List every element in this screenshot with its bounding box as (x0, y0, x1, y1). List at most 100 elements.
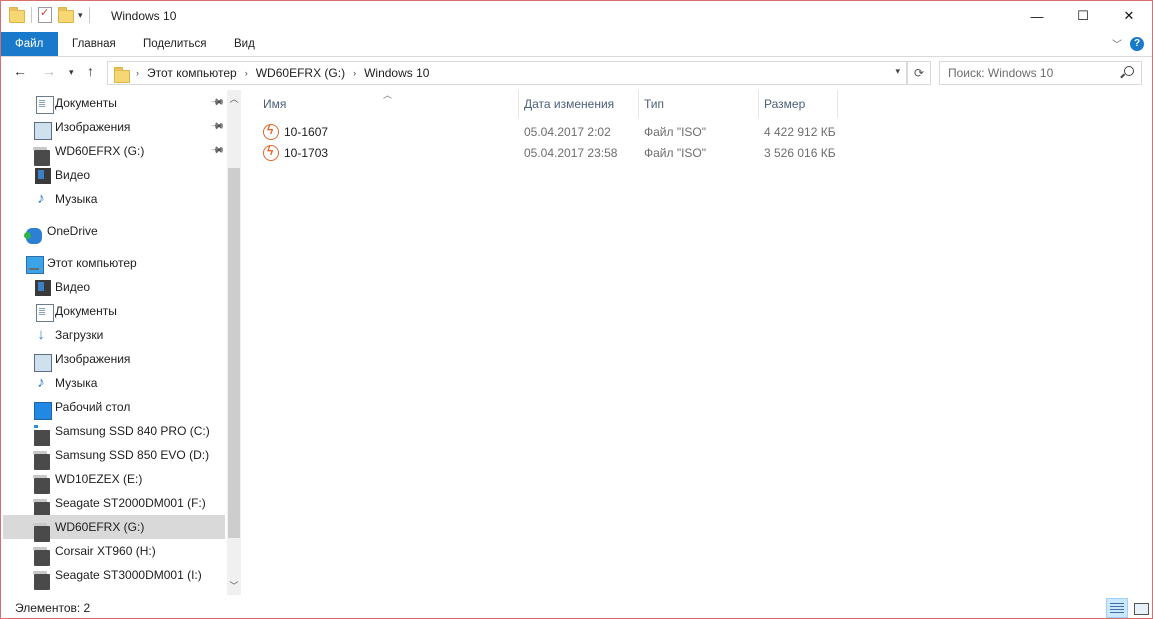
nav-item[interactable]: Corsair XT960 (H:) (3, 539, 225, 566)
nav-item[interactable]: Seagate ST3000DM001 (I:) (3, 563, 225, 590)
tab-file[interactable]: Файл (1, 32, 58, 56)
nav-item[interactable]: ↓ Загрузки (3, 323, 225, 347)
file-name: 10-1703 (284, 146, 329, 160)
pin-icon[interactable]: 📌 (210, 119, 225, 135)
column-divider[interactable] (758, 90, 759, 118)
nav-item[interactable]: ♪ Музыка (3, 187, 225, 211)
folder-icon (9, 7, 25, 23)
quick-access-toolbar: ▾ (9, 6, 90, 23)
toolbar-separator (88, 7, 90, 23)
desktop-icon (34, 402, 52, 420)
column-divider[interactable] (638, 90, 639, 118)
nav-item[interactable]: ♪ Музыка (3, 371, 225, 395)
scrollbar-thumb[interactable] (228, 168, 240, 538)
nav-item-label: Seagate ST3000DM001 (I:) (55, 568, 202, 582)
folder-icon (114, 67, 130, 83)
nav-item-label: Документы (55, 96, 117, 110)
minimize-button[interactable]: — (1014, 1, 1060, 31)
nav-item[interactable]: WD60EFRX (G:) 📌 (3, 139, 225, 166)
explorer-window: ▾ Windows 10 — ☐ ✕ Файл Главная Поделить… (0, 0, 1153, 619)
breadcrumb-item[interactable]: Windows 10 (356, 66, 437, 80)
tab-home[interactable]: Главная (58, 32, 130, 56)
maximize-button[interactable]: ☐ (1060, 1, 1106, 31)
recent-locations-chevron-icon[interactable]: ▾ (69, 67, 74, 78)
nav-item[interactable]: Документы 📌 (3, 91, 225, 115)
nav-item[interactable]: Рабочий стол (3, 395, 225, 420)
nav-item[interactable]: Видео (3, 275, 225, 299)
nav-item[interactable]: Seagate ST2000DM001 (F:) (3, 491, 225, 518)
iso-file-icon (263, 123, 279, 140)
onedrive-icon (24, 228, 42, 244)
nav-item[interactable]: WD10EZEX (E:) (3, 467, 225, 494)
column-header-size[interactable]: Размер (764, 90, 805, 118)
column-header-name[interactable]: Имя (263, 90, 286, 118)
status-bar: Элементов: 2 (1, 597, 1152, 618)
nav-item[interactable]: Изображения (3, 347, 225, 372)
documents-icon (36, 304, 54, 322)
navigation-pane: Документы 📌 Изображения 📌 WD60EFRX (G:) 📌 Виде… (1, 90, 242, 595)
pin-icon[interactable]: 📌 (210, 95, 225, 111)
nav-item-label: Изображения (55, 120, 131, 134)
address-bar[interactable]: › Этот компьютер › WD60EFRX (G:) › Windo… (107, 61, 907, 85)
details-view-button[interactable] (1106, 598, 1128, 618)
nav-item-label: Этот компьютер (47, 256, 137, 270)
up-arrow-icon[interactable]: ↑ (87, 63, 94, 79)
search-icon[interactable] (1124, 66, 1134, 76)
nav-item-label: WD60EFRX (G:) (55, 520, 145, 534)
scroll-down-icon[interactable]: ﹀ (227, 579, 241, 593)
forward-arrow-icon[interactable]: → (42, 63, 56, 79)
breadcrumb: › Этот компьютер › WD60EFRX (G:) › Windo… (132, 62, 437, 84)
toolbar-separator (31, 7, 32, 23)
close-button[interactable]: ✕ (1106, 1, 1152, 31)
tab-view[interactable]: Вид (220, 32, 269, 56)
ribbon-tabs: Файл Главная Поделиться Вид ﹀ ? (1, 32, 1152, 57)
nav-item-label: Seagate ST2000DM001 (F:) (55, 496, 206, 510)
nav-item-label: Музыка (55, 376, 98, 390)
tab-share[interactable]: Поделиться (129, 32, 221, 56)
nav-item[interactable]: Видео (3, 163, 225, 187)
expand-ribbon-chevron-icon[interactable]: ﹀ (1112, 36, 1122, 51)
nav-item-label: Видео (55, 168, 91, 182)
file-date: 05.04.2017 2:02 (524, 125, 611, 139)
documents-icon (36, 96, 54, 114)
file-date: 05.04.2017 23:58 (524, 146, 618, 160)
nav-item[interactable]: OneDrive (3, 219, 225, 244)
refresh-icon[interactable]: ⟳ (907, 61, 931, 85)
table-row[interactable]: 10-1607 05.04.2017 2:02 Файл "ISO" 4 422… (259, 122, 859, 143)
breadcrumb-item[interactable]: Этот компьютер (139, 66, 245, 80)
nav-item-label: Музыка (55, 192, 98, 206)
video-icon (35, 168, 51, 184)
nav-item[interactable]: Изображения 📌 (3, 115, 225, 140)
large-icons-view-button[interactable] (1130, 598, 1152, 618)
customize-toolbar-chevron-icon[interactable]: ▾ (78, 10, 83, 21)
nav-item-label: Изображения (55, 352, 131, 366)
music-icon: ♪ (37, 190, 45, 207)
nav-item-label: WD10EZEX (E:) (55, 472, 143, 486)
window-controls: — ☐ ✕ (1014, 1, 1152, 31)
pin-icon[interactable]: 📌 (210, 143, 225, 159)
column-header-date[interactable]: Дата изменения (524, 90, 614, 118)
address-row: ← → ▾ ↑ › Этот компьютер › WD60EFRX (G:)… (1, 59, 1152, 87)
computer-icon (26, 256, 44, 274)
column-divider[interactable] (837, 90, 838, 118)
column-divider[interactable] (518, 90, 519, 118)
back-arrow-icon[interactable]: ← (13, 63, 27, 79)
nav-item[interactable]: Samsung SSD 840 PRO (C:) (3, 419, 225, 446)
scroll-up-icon[interactable]: ︿ (227, 92, 241, 106)
nav-item[interactable]: Документы (3, 299, 225, 323)
nav-item[interactable]: WD60EFRX (G:) (3, 515, 225, 542)
table-row[interactable]: 10-1703 05.04.2017 23:58 Файл "ISO" 3 52… (259, 143, 859, 164)
properties-icon[interactable] (38, 6, 52, 23)
new-folder-icon[interactable] (58, 7, 74, 23)
file-size: 3 526 016 КБ (764, 146, 836, 160)
music-icon: ♪ (37, 374, 45, 391)
search-input[interactable]: Поиск: Windows 10 (939, 61, 1142, 85)
nav-item[interactable]: Этот компьютер (3, 251, 225, 275)
pictures-icon (34, 354, 52, 372)
address-history-chevron-icon[interactable]: ▾ (895, 66, 900, 77)
help-icon[interactable]: ? (1130, 36, 1144, 51)
column-header-type[interactable]: Тип (644, 90, 664, 118)
nav-scrollbar[interactable]: ︿ ﹀ (227, 90, 241, 595)
nav-item[interactable]: Samsung SSD 850 EVO (D:) (3, 443, 225, 470)
breadcrumb-item[interactable]: WD60EFRX (G:) (248, 66, 353, 80)
